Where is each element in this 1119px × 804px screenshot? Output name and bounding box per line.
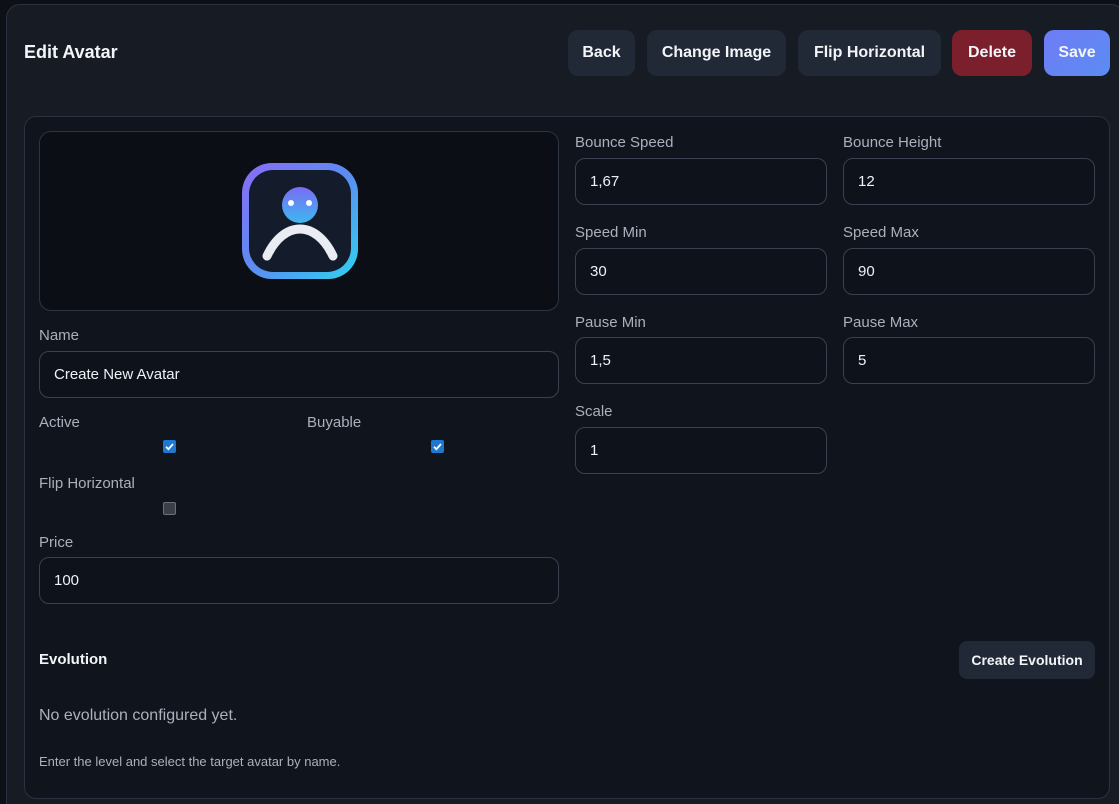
bounce-height-input[interactable] — [843, 158, 1095, 205]
active-checkbox[interactable] — [163, 440, 176, 453]
name-label: Name — [39, 327, 80, 344]
pause-min-input[interactable] — [575, 337, 827, 384]
scale-input[interactable] — [575, 427, 827, 474]
evolution-hint: Enter the level and select the target av… — [39, 754, 341, 769]
pause-max-input[interactable] — [843, 337, 1095, 384]
checkmark-icon — [433, 443, 442, 451]
avatar-person-icon — [242, 163, 358, 279]
scale-label: Scale — [575, 403, 613, 420]
flip-horizontal-label: Flip Horizontal — [39, 475, 135, 492]
save-button[interactable]: Save — [1044, 30, 1110, 76]
checkmark-icon — [165, 443, 174, 451]
evolution-title: Evolution — [39, 651, 108, 668]
buyable-label: Buyable — [307, 414, 362, 431]
flip-horizontal-checkbox[interactable] — [163, 502, 176, 515]
price-label: Price — [39, 534, 74, 551]
change-image-button[interactable]: Change Image — [647, 30, 786, 76]
speed-max-label: Speed Max — [843, 224, 919, 241]
price-input[interactable] — [39, 557, 559, 604]
page-title: Edit Avatar — [24, 42, 118, 62]
bounce-height-label: Bounce Height — [843, 134, 942, 151]
name-input[interactable] — [39, 351, 559, 398]
flip-horizontal-button[interactable]: Flip Horizontal — [798, 30, 941, 76]
pause-min-label: Pause Min — [575, 314, 646, 331]
active-label: Active — [39, 414, 80, 431]
speed-max-input[interactable] — [843, 248, 1095, 295]
pause-max-label: Pause Max — [843, 314, 919, 331]
create-evolution-button[interactable]: Create Evolution — [959, 641, 1095, 679]
bounce-speed-input[interactable] — [575, 158, 827, 205]
delete-button[interactable]: Delete — [952, 30, 1032, 76]
buyable-checkbox[interactable] — [431, 440, 444, 453]
back-button[interactable]: Back — [568, 30, 635, 76]
speed-min-input[interactable] — [575, 248, 827, 295]
speed-min-label: Speed Min — [575, 224, 647, 241]
evolution-empty-text: No evolution configured yet. — [39, 707, 238, 724]
avatar-preview — [39, 131, 559, 311]
bounce-speed-label: Bounce Speed — [575, 134, 674, 151]
